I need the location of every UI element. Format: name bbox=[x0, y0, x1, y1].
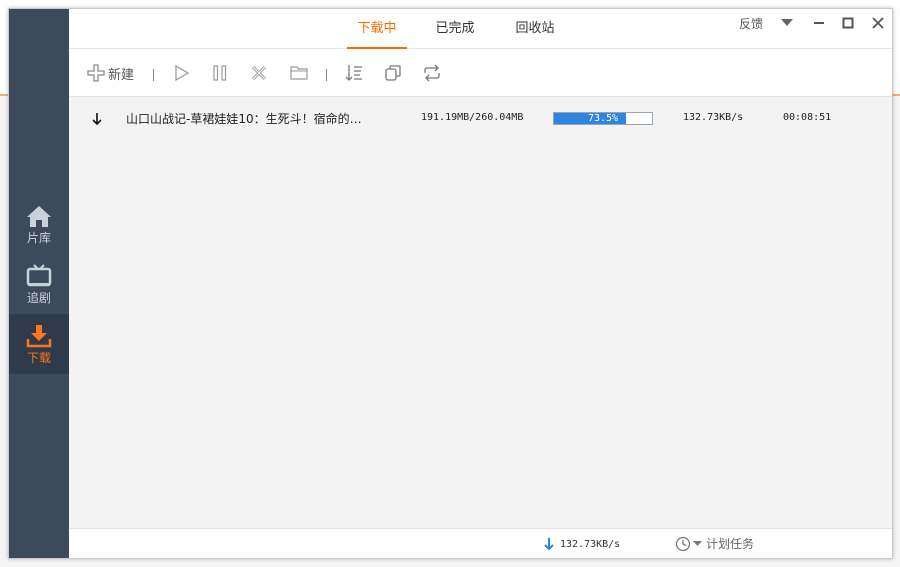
sidebar-item-label: 下载 bbox=[26, 350, 51, 365]
sidebar-item-download[interactable]: 下载 bbox=[9, 314, 69, 374]
download-progress-bar: 73.5% bbox=[553, 112, 653, 125]
download-arrow-icon bbox=[544, 538, 554, 551]
feedback-link[interactable]: 反馈 bbox=[739, 15, 763, 32]
home-icon bbox=[27, 205, 51, 227]
download-title: 山口山战记-草裙娃娃10：生死斗！宿命的… bbox=[126, 112, 362, 126]
copy-icon bbox=[385, 65, 401, 81]
delete-button[interactable] bbox=[251, 63, 267, 83]
start-button[interactable] bbox=[174, 63, 190, 83]
repeat-button[interactable] bbox=[423, 63, 441, 83]
download-list: 山口山战记-草裙娃娃10：生死斗！宿命的… 191.19MB/260.04MB … bbox=[69, 98, 892, 528]
sidebar-item-library[interactable]: 片库 bbox=[9, 194, 69, 254]
total-speed-value: 132.73KB/s bbox=[560, 538, 621, 550]
maximize-button[interactable] bbox=[837, 12, 859, 34]
schedule-task-button[interactable]: 计划任务 bbox=[675, 535, 754, 552]
sidebar-item-label: 片库 bbox=[26, 230, 51, 245]
close-button[interactable] bbox=[867, 12, 889, 34]
delete-icon bbox=[251, 65, 267, 81]
chevron-down-icon bbox=[693, 540, 702, 546]
download-icon bbox=[26, 324, 52, 347]
download-remaining-time: 00:08:51 bbox=[783, 112, 832, 123]
tv-icon bbox=[26, 263, 52, 286]
schedule-task-label: 计划任务 bbox=[706, 537, 755, 551]
sidebar-item-series[interactable]: 追剧 bbox=[9, 254, 69, 314]
header: 下载中 已完成 回收站 反馈 bbox=[69, 9, 892, 49]
repeat-icon bbox=[424, 64, 440, 82]
new-task-button[interactable]: 新建 bbox=[87, 63, 134, 83]
new-task-label: 新建 bbox=[108, 67, 135, 83]
menu-dropdown-button[interactable] bbox=[776, 12, 798, 34]
close-icon bbox=[872, 17, 884, 29]
status-bar: 132.73KB/s 计划任务 bbox=[69, 528, 892, 558]
pause-icon bbox=[213, 65, 227, 81]
download-size: 191.19MB/260.04MB bbox=[421, 112, 524, 123]
download-speed: 132.73KB/s bbox=[683, 112, 744, 123]
minimize-button[interactable] bbox=[808, 12, 830, 34]
sidebar: 片库 追剧 下载 bbox=[9, 9, 69, 558]
tab-completed[interactable]: 已完成 bbox=[430, 9, 480, 49]
total-download-speed: 132.73KB/s bbox=[543, 537, 620, 551]
pause-button[interactable] bbox=[212, 63, 228, 83]
clock-icon bbox=[675, 536, 691, 551]
toolbar: 新建 bbox=[69, 49, 892, 97]
sort-icon bbox=[345, 65, 362, 81]
minimize-icon bbox=[814, 22, 824, 24]
sidebar-item-label: 追剧 bbox=[26, 290, 51, 305]
download-window: 片库 追剧 下载 下载中 已完成 回收站 反馈 新建 山口山战记-草裙娃娃10：… bbox=[8, 8, 893, 559]
tab-downloading[interactable]: 下载中 bbox=[347, 9, 407, 49]
toolbar-divider bbox=[153, 69, 154, 81]
folder-icon bbox=[290, 66, 308, 80]
open-folder-button[interactable] bbox=[290, 63, 308, 83]
toolbar-divider bbox=[326, 69, 327, 81]
downloading-status-icon bbox=[92, 113, 102, 126]
progress-text: 73.5% bbox=[587, 113, 619, 124]
play-icon bbox=[175, 64, 190, 82]
download-row[interactable]: 山口山战记-草裙娃娃10：生死斗！宿命的… 191.19MB/260.04MB … bbox=[69, 98, 892, 140]
sort-button[interactable] bbox=[345, 63, 363, 83]
maximize-icon bbox=[842, 17, 854, 29]
chevron-down-icon bbox=[781, 19, 793, 26]
tab-recycle-bin[interactable]: 回收站 bbox=[510, 9, 560, 49]
copy-button[interactable] bbox=[384, 63, 402, 83]
plus-icon bbox=[87, 64, 105, 82]
